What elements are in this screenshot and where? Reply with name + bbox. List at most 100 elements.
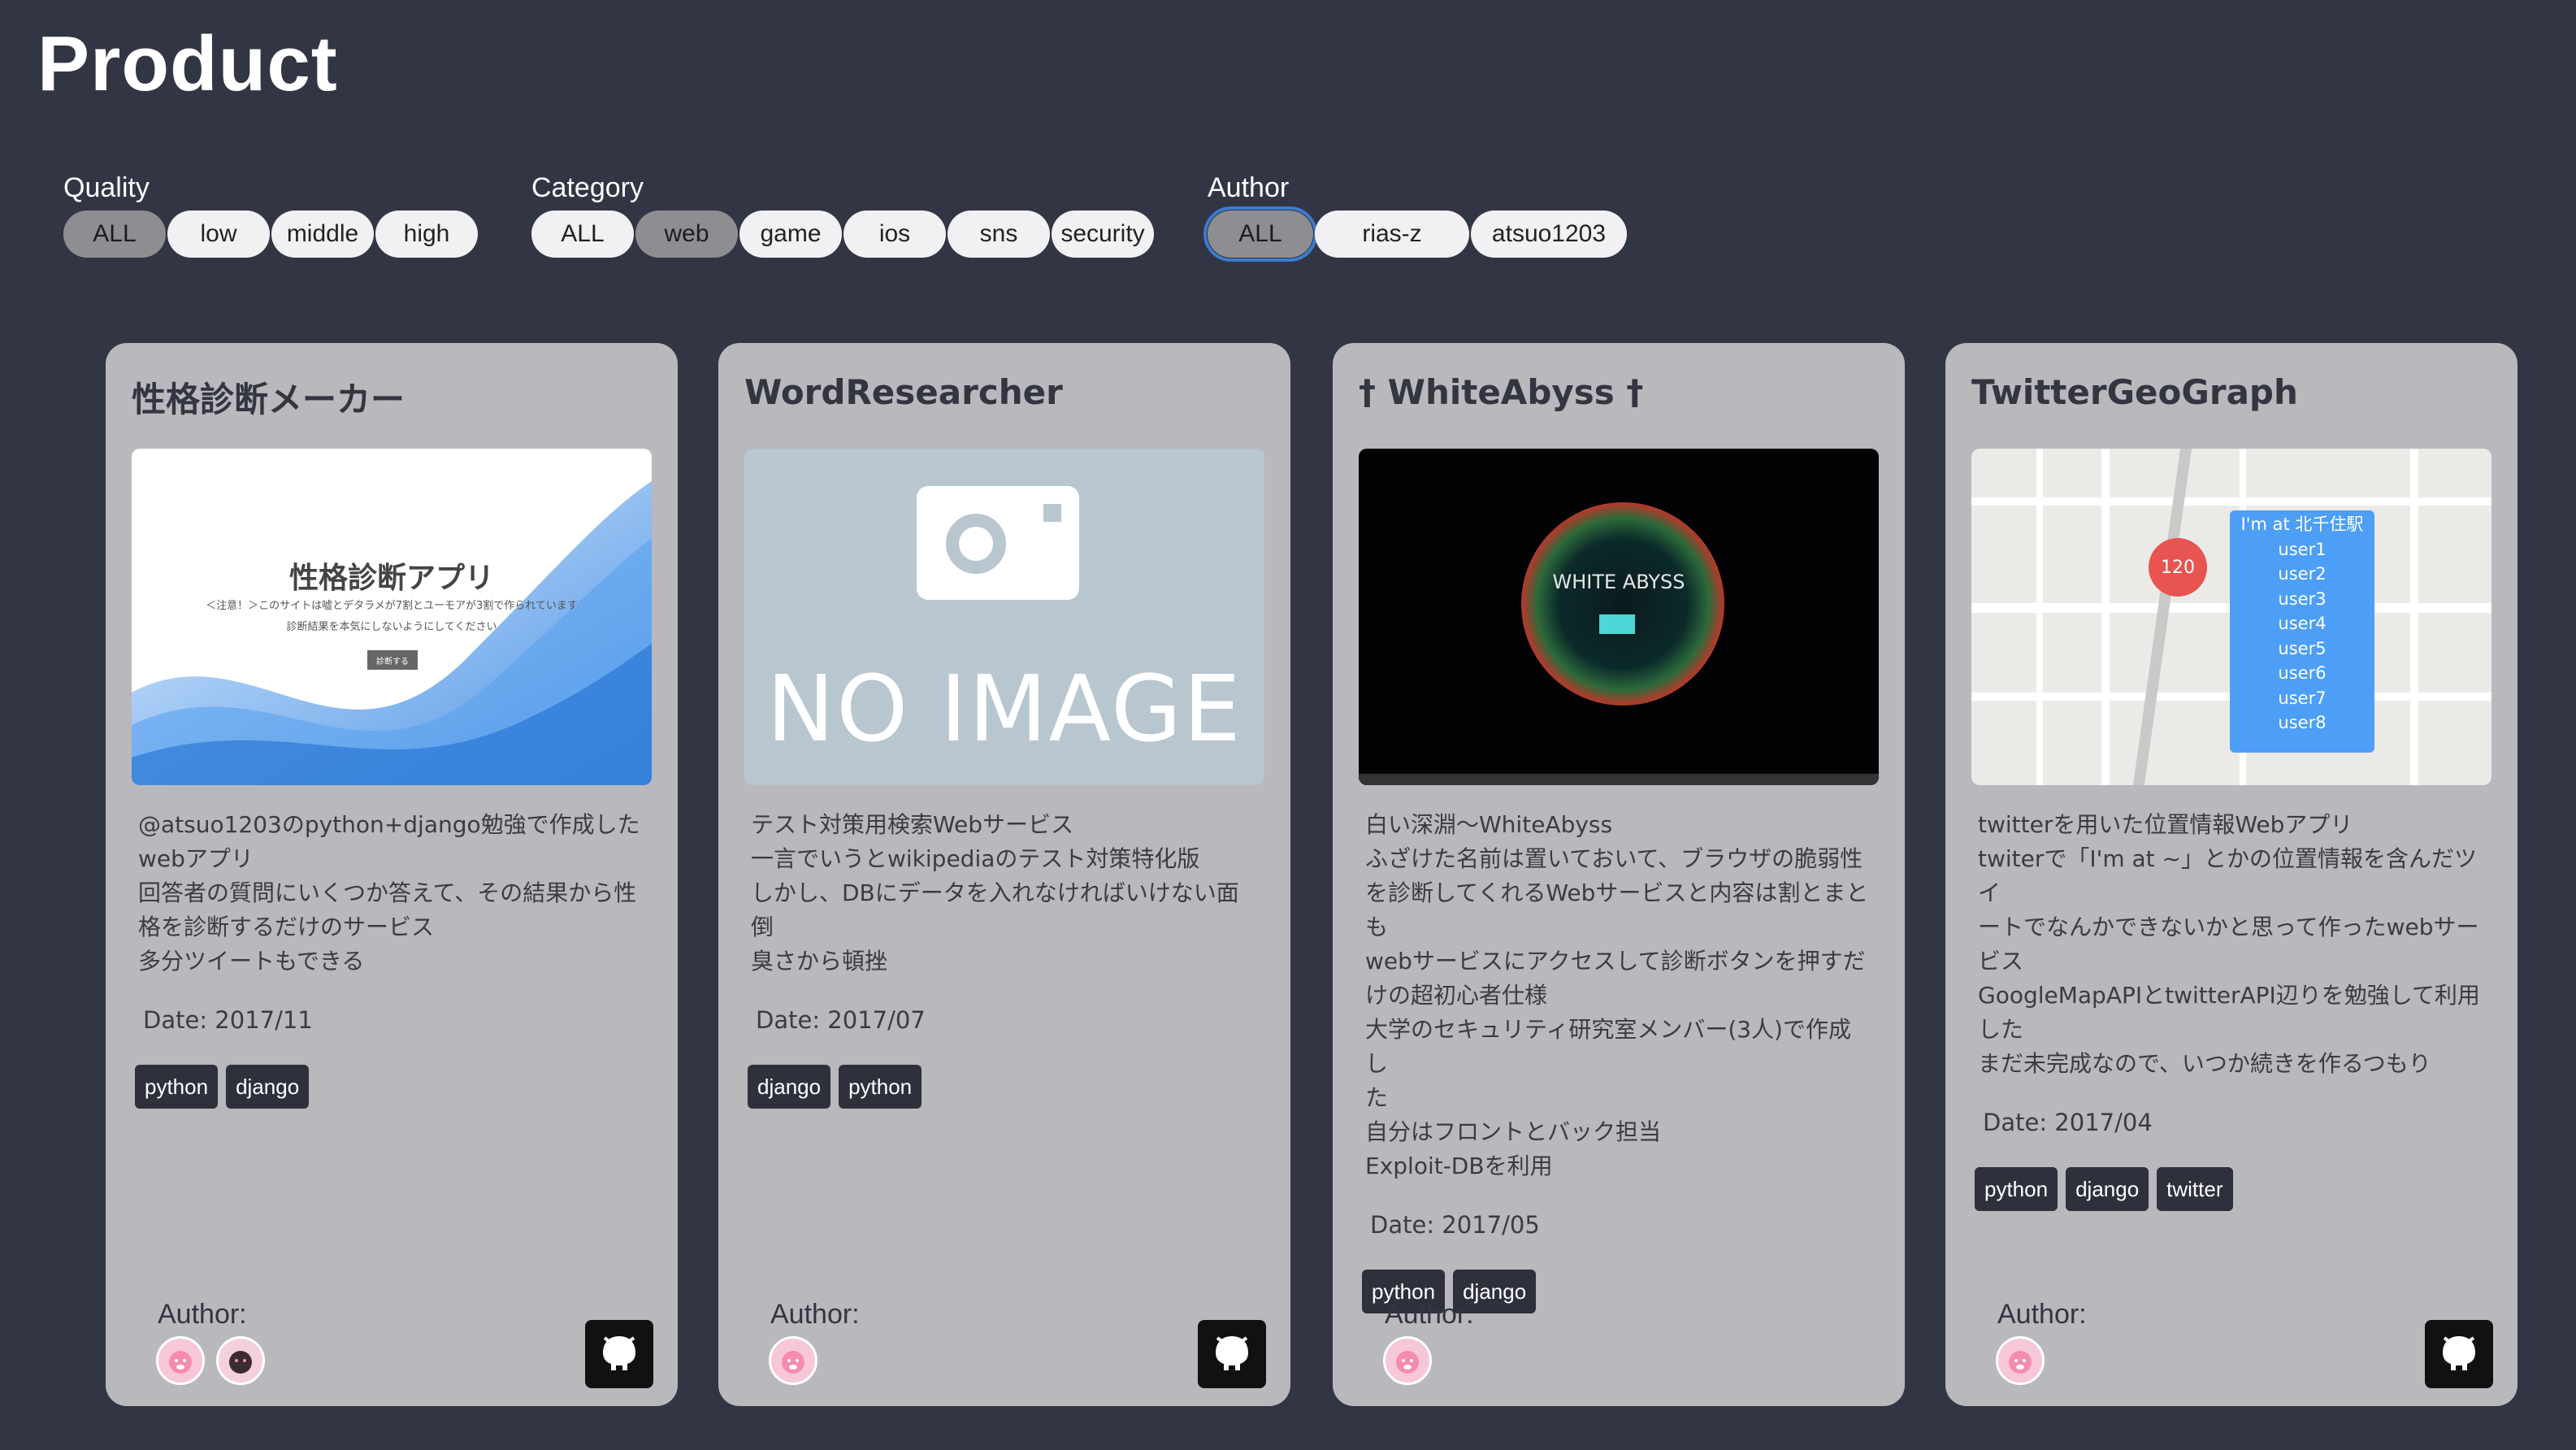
author-label: Author: [1997,1299,2087,1330]
category-game-button[interactable]: game [739,211,842,258]
pig-avatar-icon [782,1351,804,1374]
github-icon[interactable] [585,1320,653,1388]
card-screenshot: 120 I'm at 北千住駅 user1 user2 user3 user4 … [1971,449,2491,785]
author-filter-label: Author [1208,172,1290,203]
image-title: 性格診断アプリ [288,562,494,595]
product-card[interactable]: WordResearcher NO IMAGE テスト対策用検索Webサービス … [718,343,1290,1406]
description-line: テスト対策用検索Webサービス [751,811,1074,838]
category-all-button[interactable]: ALL [531,211,634,258]
category-filter: Category ALL web game ios sns security [505,172,1156,258]
image-notice-2: 診断結果を本気にしないようにしてください [286,621,497,633]
tag-django[interactable]: django [226,1065,310,1109]
card-date: Date: 2017/04 [1983,1109,2153,1136]
card-screenshot: 性格診断アプリ ＜注意！＞このサイトは嘘とデタラメが7割とユーモアが3割で作られ… [132,449,652,785]
description-line: 多分ツイートもできる [138,948,365,975]
description-line: @atsuo1203のpython+django勉強で作成した [138,811,640,838]
card-title: TwitterGeoGraph [1971,372,2298,412]
popup-line: user1 [2278,539,2327,559]
description-line: 臭さから頓挫 [751,948,888,975]
category-web-button[interactable]: web [635,211,738,258]
description-line: 一言でいうとwikipediaのテスト対策特化版 [751,845,1200,872]
avatar[interactable] [1383,1336,1432,1385]
description-line: twiterで「I'm at ~」とかの位置情報を含んだツイ [1978,845,2478,906]
card-description: 白い深淵〜WhiteAbyss ふざけた名前は置いておいて、ブラウザの脆弱性 を… [1362,808,1869,1313]
tag-python[interactable]: python [839,1065,922,1109]
tag-python[interactable]: python [1975,1167,2058,1211]
avatar[interactable] [1996,1336,2045,1385]
map-popup: I'm at 北千住駅 user1 user2 user3 user4 user… [2230,510,2374,753]
quality-low-button[interactable]: low [167,211,270,258]
card-date: Date: 2017/11 [143,1006,313,1034]
avatar[interactable] [769,1336,817,1385]
description-line: も [1365,914,1389,940]
map-marker: 120 [2149,538,2207,597]
card-description: twitterを用いた位置情報Webアプリ twiterで「I'm at ~」と… [1975,808,2482,1211]
dark-pig-avatar-icon [229,1351,252,1374]
pig-avatar-icon [2009,1351,2032,1374]
card-title: 性格診断メーカー [132,380,405,419]
description-line: 白い深淵〜WhiteAbyss [1365,811,1613,838]
author-avatars [1383,1336,1443,1385]
description-line: しかし、DBにデータを入れなければいけない面倒 [751,879,1239,940]
description-line: Exploit-DBを利用 [1365,1153,1553,1179]
github-icon[interactable] [2425,1320,2493,1388]
author-avatars [156,1336,276,1385]
quality-label: Quality [63,172,150,203]
wave-graphic [132,481,652,785]
popup-line: user7 [2278,688,2327,708]
author-atsuo1203-button[interactable]: atsuo1203 [1471,211,1627,258]
avatar[interactable] [156,1336,205,1385]
quality-high-button[interactable]: high [375,211,478,258]
description-line: ビス [1978,948,2024,975]
pig-avatar-icon [169,1351,192,1374]
description-line: けの超初心者仕様 [1365,982,1548,1009]
description-line: twitterを用いた位置情報Webアプリ [1978,811,2353,838]
author-rias-z-button[interactable]: rias-z [1315,211,1469,258]
category-sns-button[interactable]: sns [948,211,1050,258]
quality-all-button[interactable]: ALL [63,211,166,258]
description-line: GoogleMapAPIとtwitterAPI辺りを勉強して利用 [1978,982,2480,1009]
author-filter: Author ALL rias-z atsuo1203 [1182,172,1628,262]
description-line: webアプリ [138,845,254,872]
card-description: @atsuo1203のpython+django勉強で作成した webアプリ 回… [135,808,642,1109]
tag-python[interactable]: python [135,1065,219,1109]
description-line: 自分はフロントとバック担当 [1365,1118,1662,1145]
no-image-text: NO IMAGE [766,657,1242,762]
card-description: テスト対策用検索Webサービス 一言でいうとwikipediaのテスト対策特化版… [748,808,1255,1109]
page-title: Product [37,20,338,107]
quality-filter: Quality ALL low middle high [37,172,479,258]
abyss-title: WHITE ABYSS [1552,571,1685,593]
author-label: Author: [770,1299,860,1330]
avatar[interactable] [216,1336,265,1385]
popup-line: user4 [2278,614,2327,633]
description-line: ふざけた名前は置いておいて、ブラウザの脆弱性 [1365,845,1863,872]
product-card[interactable]: 性格診断メーカー 性格診断アプリ ＜注意！＞このサイトは嘘とデタラメが7割とユー… [106,343,678,1406]
author-all-button[interactable]: ALL [1203,206,1317,262]
author-avatars [1996,1336,2056,1385]
image-notice: ＜注意！＞このサイトは嘘とデタラメが7割とユーモアが3割で作られています [206,600,578,612]
description-line: webサービスにアクセスして診断ボタンを押すだ [1365,948,1866,975]
description-line: 回答者の質問にいくつか答えて、その結果から性 [138,879,637,906]
category-label: Category [531,172,644,203]
tag-twitter[interactable]: twitter [2157,1167,2233,1211]
github-icon[interactable] [1198,1320,1266,1388]
tag-django[interactable]: django [748,1065,831,1109]
quality-middle-button[interactable]: middle [271,211,374,258]
description-line: 大学のセキュリティ研究室メンバー(3人)で作成し [1365,1016,1851,1077]
product-card[interactable]: TwitterGeoGraph 120 I'm at 北千住駅 user1 us… [1945,343,2517,1406]
category-ios-button[interactable]: ios [843,211,946,258]
popup-line: user2 [2278,564,2327,584]
popup-line: user6 [2278,663,2327,683]
popup-line: user5 [2278,638,2327,658]
description-line: を診断してくれるWebサービスと内容は割とまと [1365,879,1869,906]
category-security-button[interactable]: security [1052,211,1154,258]
description-line: た [1365,1084,1389,1111]
abyss-button [1599,614,1635,634]
product-card[interactable]: † WhiteAbyss † WHITE ABYSS 白い深淵〜WhiteAby… [1333,343,1905,1406]
octocat-icon [1216,1336,1248,1370]
octocat-icon [603,1336,635,1370]
abyss-orb [1521,502,1724,705]
description-line: した [1978,1016,2024,1043]
popup-line: user8 [2278,713,2327,732]
tag-django[interactable]: django [2066,1167,2149,1211]
